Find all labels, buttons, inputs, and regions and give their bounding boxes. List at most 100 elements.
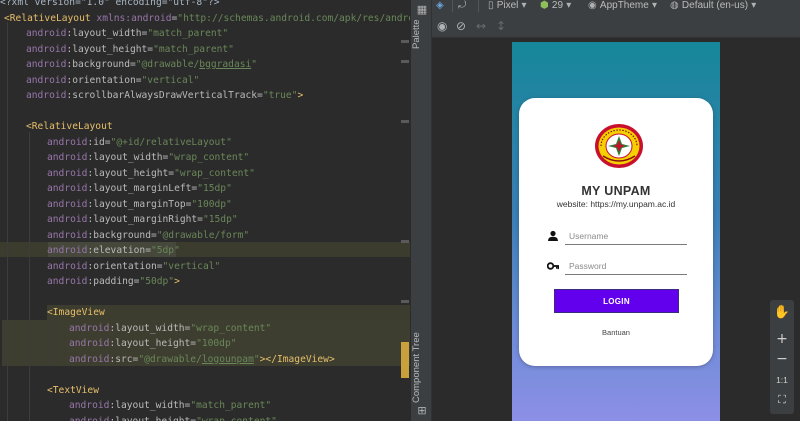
- code-token: "wrap_content": [190, 322, 272, 334]
- code-token: :layout_width=: [66, 28, 148, 39]
- code-token: :src=: [109, 353, 139, 365]
- code-line: android:layout_height="wrap_content": [47, 166, 255, 181]
- code-token: xmlns:android: [96, 12, 172, 24]
- code-token: ></ImageView>: [259, 353, 335, 365]
- actual-size-button[interactable]: 1:1: [770, 375, 794, 385]
- code-token: android: [47, 260, 88, 272]
- username-field[interactable]: Username: [547, 229, 687, 245]
- code-line: android:layout_width="wrap_content": [69, 321, 271, 336]
- code-token: logounpam: [201, 353, 254, 365]
- code-line: android:orientation="vertical": [26, 73, 199, 88]
- code-token: "100dp": [191, 198, 232, 210]
- vertical-resize-icon[interactable]: ↕: [496, 19, 506, 33]
- xml-code-editor[interactable]: <?xml version="1.0" encoding="utf-8"?> <R…: [0, 0, 410, 421]
- api-level-selector[interactable]: ⬢ 29 ▾: [540, 0, 571, 13]
- code-line: <?xml version="1.0" encoding="utf-8"?>: [0, 0, 220, 10]
- help-link[interactable]: Bantuan: [519, 328, 713, 337]
- orientation-icon[interactable]: ⤾: [458, 0, 466, 13]
- chevron-down-icon: ▾: [518, 0, 527, 11]
- code-token: :background=: [87, 229, 157, 241]
- code-line: android:layout_marginTop="100dp": [47, 197, 232, 212]
- device-preview[interactable]: MY UNPAM website: https://my.unpam.ac.id…: [512, 42, 720, 421]
- code-token: :layout_marginTop=: [87, 198, 192, 210]
- code-token: android: [26, 90, 67, 101]
- code-line: android:layout_marginLeft="15dp": [47, 181, 232, 196]
- code-token: android: [69, 415, 110, 421]
- code-token: :elevation=: [87, 245, 151, 256]
- code-line: android:src="@drawable/logounpam"></Imag…: [69, 352, 335, 367]
- component-tree-icon[interactable]: ⊞: [416, 405, 428, 417]
- code-token: "15dp": [197, 183, 232, 194]
- device-label: Pixel: [496, 0, 519, 11]
- code-token: "vertical": [162, 260, 221, 272]
- person-icon: [548, 230, 558, 241]
- code-token: >: [174, 276, 180, 287]
- key-icon: [547, 262, 559, 270]
- locale-selector[interactable]: ◍ Default (en-us) ▾: [670, 0, 756, 13]
- api-level-label: 29: [551, 0, 564, 11]
- code-token: :layout_width=: [109, 400, 191, 411]
- code-token: >: [297, 90, 304, 101]
- code-token: "match_parent": [190, 400, 272, 411]
- code-token: "@+id/relativeLayout": [110, 136, 232, 148]
- scroll-warning-marker[interactable]: [401, 342, 409, 378]
- code-token: <ImageView: [47, 307, 105, 318]
- code-token: "http://schemas.android.com/apk/res/andr…: [177, 12, 410, 24]
- code-line: android:layout_width="match_parent": [26, 26, 228, 41]
- zoom-out-button[interactable]: −: [770, 351, 794, 367]
- theme-selector[interactable]: ◉ AppTheme ▾: [588, 0, 657, 13]
- eye-icon[interactable]: ◉: [437, 19, 447, 33]
- code-token: :layout_marginLeft=: [87, 183, 198, 194]
- tool-window-strip: ▦ Palette Component Tree ⊞: [410, 0, 432, 421]
- app-title: MY UNPAM: [581, 184, 651, 198]
- code-token: android: [47, 198, 88, 210]
- code-token: <?xml version="1.0" encoding="utf-8"?>: [0, 0, 220, 8]
- horizontal-resize-icon[interactable]: ↔: [476, 19, 486, 33]
- chevron-down-icon: ▾: [748, 0, 757, 11]
- code-token: "15dp": [202, 214, 238, 225]
- code-token: "@drawable/: [138, 353, 202, 365]
- palette-tab[interactable]: Palette: [411, 16, 433, 52]
- theme-icon: ◉: [588, 0, 600, 11]
- layout-design-panel: ◈ ⤾ ▯ Pixel ▾ ⬢ 29 ▾ ◉ AppTheme ▾ ◍ Defa…: [432, 0, 800, 421]
- code-token: :layout_height=: [87, 167, 175, 179]
- globe-icon: ◍: [670, 0, 682, 11]
- code-line: android:scrollbarAlwaysDrawVerticalTrack…: [26, 88, 303, 103]
- component-tree-tab[interactable]: Component Tree: [411, 332, 433, 403]
- indent-guide: [29, 132, 30, 421]
- code-token: "true": [262, 90, 298, 101]
- zoom-in-button[interactable]: +: [770, 331, 794, 347]
- password-field[interactable]: Password: [547, 259, 687, 275]
- android-icon: ⬢: [540, 0, 552, 11]
- code-token: android: [69, 322, 110, 334]
- fit-screen-icon[interactable]: ⛶: [770, 393, 794, 407]
- code-line: android:elevation="5dp": [47, 243, 180, 258]
- username-placeholder: Username: [569, 231, 609, 241]
- pan-hand-icon[interactable]: ✋: [770, 305, 794, 320]
- scroll-marker: [401, 120, 409, 123]
- design-sub-toolbar: ◉ ⊘ ↔ ↕: [432, 14, 800, 38]
- code-line: android:orientation="vertical": [47, 259, 220, 274]
- code-token: android: [47, 276, 88, 287]
- code-line: <TextView: [47, 383, 99, 398]
- code-token: :layout_marginRight=: [87, 214, 203, 225]
- website-text: website: https://my.unpam.ac.id: [556, 199, 676, 209]
- password-placeholder: Password: [569, 261, 607, 271]
- login-button[interactable]: LOGIN: [554, 289, 679, 313]
- code-token: android: [47, 136, 88, 148]
- code-token: :layout_width=: [109, 322, 191, 334]
- code-token: "wrap_content": [174, 167, 255, 179]
- code-token: android: [69, 338, 110, 349]
- code-token: <RelativeLayout: [4, 12, 97, 24]
- code-token: :layout_width=: [87, 152, 169, 163]
- code-token: "wrap_content": [168, 152, 250, 163]
- layers-icon[interactable]: ◈: [436, 0, 444, 13]
- code-token: :orientation=: [66, 74, 142, 86]
- palette-icon[interactable]: ▦: [416, 4, 428, 16]
- code-token: "vertical": [141, 74, 200, 86]
- code-token: :scrollbarAlwaysDrawVerticalTrack=: [66, 90, 263, 101]
- chevron-down-icon: ▾: [648, 0, 658, 11]
- design-toolbar: ◈ ⤾ ▯ Pixel ▾ ⬢ 29 ▾ ◉ AppTheme ▾ ◍ Defa…: [432, 0, 800, 14]
- magnet-off-icon[interactable]: ⊘: [456, 19, 466, 33]
- device-selector[interactable]: ▯ Pixel ▾: [488, 0, 527, 13]
